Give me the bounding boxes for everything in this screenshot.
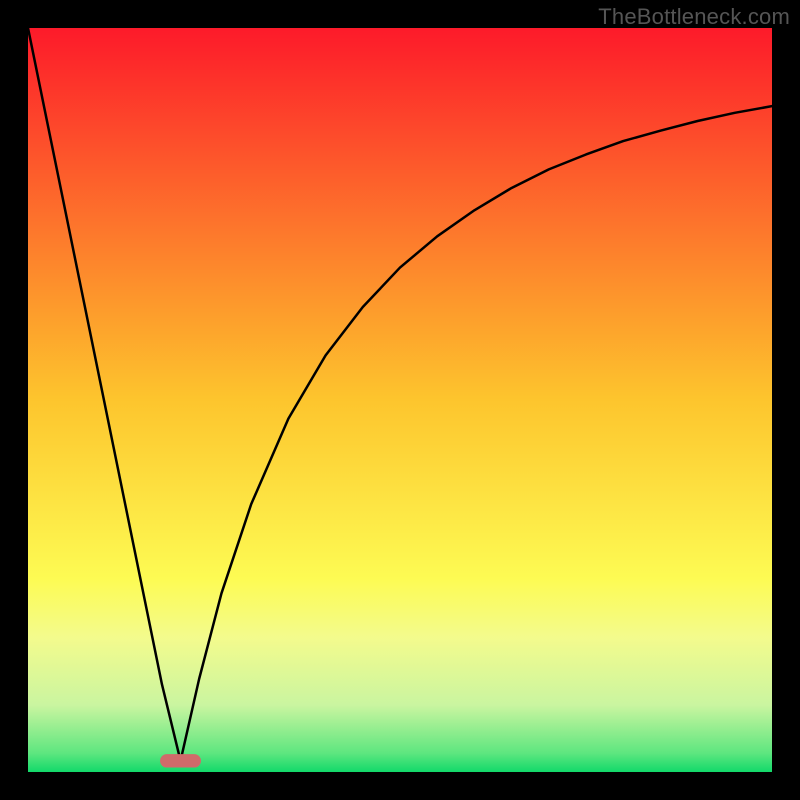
chart-container: TheBottleneck.com — [0, 0, 800, 800]
watermark-text: TheBottleneck.com — [598, 4, 790, 30]
plot-area — [28, 28, 772, 772]
marker-layer — [160, 754, 201, 767]
bottleneck-marker — [160, 754, 201, 767]
chart-svg — [28, 28, 772, 772]
gradient-rect — [28, 28, 772, 772]
